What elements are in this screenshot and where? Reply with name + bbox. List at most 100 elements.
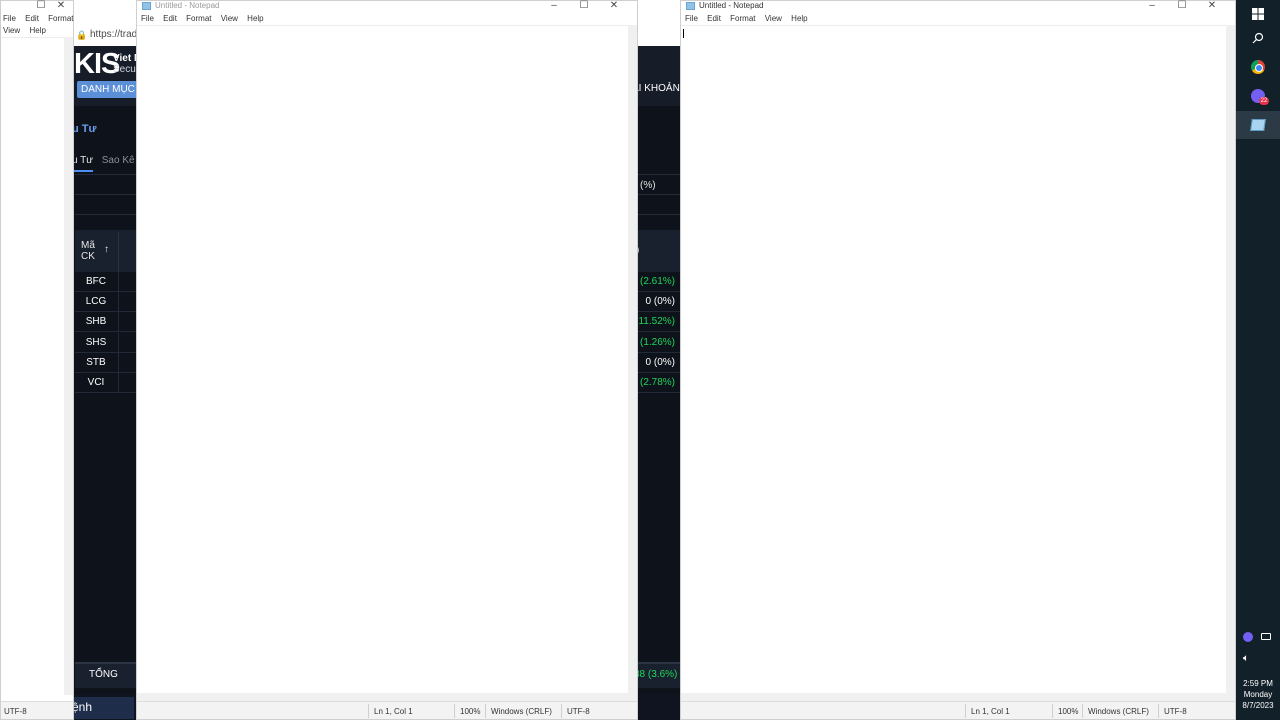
close-icon[interactable]: ✕ xyxy=(599,0,629,11)
status-position: Ln 1, Col 1 xyxy=(374,707,413,716)
windows-icon xyxy=(1252,8,1264,20)
site-logo[interactable]: KIS Viet N Secur xyxy=(74,46,141,80)
title-bar[interactable]: Untitled - Notepad – ☐ ✕ xyxy=(137,0,637,12)
menu-view[interactable]: View xyxy=(3,26,20,35)
taskbar-chrome[interactable] xyxy=(1236,53,1280,81)
row-symbol: SHB xyxy=(85,316,107,327)
text-area[interactable] xyxy=(1,37,73,699)
order-button-label: ệnh xyxy=(72,700,93,714)
status-zoom: 100% xyxy=(460,707,481,716)
text-area[interactable] xyxy=(137,25,637,699)
menu-help[interactable]: Help xyxy=(29,26,45,35)
row-change: ) (1.26%) xyxy=(633,337,675,348)
status-line-ending: Windows (CRLF) xyxy=(1088,707,1149,716)
status-encoding: UTF-8 xyxy=(4,707,27,716)
horizontal-scrollbar[interactable] xyxy=(137,693,637,701)
close-icon[interactable]: ✕ xyxy=(51,0,71,11)
window-controls: – ☐ ✕ xyxy=(539,0,629,11)
tab-bar: u Tư Sao Kê ( xyxy=(72,155,141,173)
menu-bar: File Edit Format View Help xyxy=(141,14,271,23)
menu-edit[interactable]: Edit xyxy=(163,14,177,23)
vertical-scrollbar[interactable] xyxy=(1226,25,1235,695)
clock-date[interactable]: 8/7/2023 xyxy=(1236,700,1280,711)
sort-arrow-icon[interactable]: ↑ xyxy=(104,244,109,255)
column-header-symbol[interactable]: Mã CK xyxy=(81,240,101,262)
window-title: Untitled - Notepad xyxy=(699,1,764,10)
row-symbol: VCI xyxy=(87,377,105,388)
row-symbol: LCG xyxy=(85,296,107,307)
window-title: Untitled - Notepad xyxy=(155,1,220,10)
row-change: 0 (0%) xyxy=(645,357,675,368)
notepad-icon xyxy=(1250,119,1266,131)
total-label: TỔNG xyxy=(89,669,118,680)
window-controls: – ☐ ✕ xyxy=(1137,0,1227,11)
status-position: Ln 1, Col 1 xyxy=(971,707,1010,716)
status-bar: Ln 1, Col 1 100% Windows (CRLF) UTF-8 xyxy=(137,701,637,719)
row-change: ) (2.61%) xyxy=(633,276,675,287)
menu-view[interactable]: View xyxy=(765,14,782,23)
row-change: ) (2.78%) xyxy=(633,377,675,388)
viber-icon: 22 xyxy=(1251,89,1269,105)
menu-edit[interactable]: Edit xyxy=(707,14,721,23)
menu-format[interactable]: Format xyxy=(48,14,73,23)
menu-format[interactable]: Format xyxy=(730,14,755,23)
row-symbol: SHS xyxy=(85,337,107,348)
menu-edit[interactable]: Edit xyxy=(25,14,39,23)
vertical-scrollbar[interactable] xyxy=(628,25,637,695)
menu-file[interactable]: File xyxy=(141,14,154,23)
menu-bar: File Edit Format View Help xyxy=(685,14,815,23)
status-bar: Ln 1, Col 1 100% Windows (CRLF) UTF-8 xyxy=(681,701,1235,719)
row-change: (11.52%) xyxy=(635,316,675,327)
vertical-scrollbar[interactable] xyxy=(64,37,73,695)
clock-day[interactable]: Monday xyxy=(1236,689,1280,700)
clock-time[interactable]: 2:59 PM xyxy=(1236,678,1280,689)
viber-tray-icon[interactable] xyxy=(1243,632,1253,642)
window-controls: ☐ ✕ xyxy=(31,0,71,11)
search-icon xyxy=(1252,32,1264,44)
maximize-icon[interactable]: ☐ xyxy=(31,0,51,11)
title-bar[interactable]: Untitled - Notepad – ☐ ✕ xyxy=(681,0,1235,12)
total-value: 38 (3.6%) xyxy=(634,669,678,680)
status-bar: UTF-8 xyxy=(1,701,73,719)
row-symbol: BFC xyxy=(86,276,106,287)
menu-bar-row2: View Help xyxy=(3,26,53,35)
menu-file[interactable]: File xyxy=(3,14,16,23)
tab-statement[interactable]: Sao Kê ( xyxy=(102,155,141,166)
notepad-window-middle[interactable]: Untitled - Notepad – ☐ ✕ File Edit Format … xyxy=(136,0,638,720)
tab-investment[interactable]: u Tư xyxy=(72,155,93,172)
taskbar: 22 🔈︎ 2:59 PM Monday 8/7/2023 xyxy=(1236,0,1280,720)
title-bar[interactable]: ☐ ✕ xyxy=(1,0,73,12)
percent-header: (%) xyxy=(640,180,656,191)
notepad-icon xyxy=(686,2,695,10)
maximize-icon[interactable]: ☐ xyxy=(1167,0,1197,11)
close-icon[interactable]: ✕ xyxy=(1197,0,1227,11)
minimize-icon[interactable]: – xyxy=(1137,0,1167,11)
notepad-window-right[interactable]: Untitled - Notepad – ☐ ✕ File Edit Format … xyxy=(680,0,1236,720)
taskbar-viber[interactable]: 22 xyxy=(1236,82,1280,110)
menu-file[interactable]: File xyxy=(685,14,698,23)
maximize-icon[interactable]: ☐ xyxy=(569,0,599,11)
row-symbol: STB xyxy=(86,357,106,368)
row-change: 0 (0%) xyxy=(645,296,675,307)
status-encoding: UTF-8 xyxy=(1164,707,1187,716)
section-title: u Tư xyxy=(72,123,97,135)
menu-help[interactable]: Help xyxy=(791,14,807,23)
taskbar-notepad[interactable] xyxy=(1236,111,1280,139)
menu-help[interactable]: Help xyxy=(247,14,263,23)
search-button[interactable] xyxy=(1236,24,1280,52)
volume-icon[interactable]: 🔈︎ xyxy=(1243,653,1249,664)
menu-format[interactable]: Format xyxy=(186,14,211,23)
notepad-icon xyxy=(142,2,151,10)
minimize-icon[interactable]: – xyxy=(539,0,569,11)
status-line-ending: Windows (CRLF) xyxy=(491,707,552,716)
network-icon[interactable] xyxy=(1261,633,1271,640)
text-area[interactable] xyxy=(681,25,1235,699)
notification-badge: 22 xyxy=(1259,97,1269,105)
nav-account-link[interactable]: ÀI KHOẢN xyxy=(632,83,680,94)
menu-view[interactable]: View xyxy=(221,14,238,23)
notepad-window-left[interactable]: ☐ ✕ File Edit Format View Help UTF-8 xyxy=(0,0,74,720)
horizontal-scrollbar[interactable] xyxy=(681,693,1235,701)
column-divider xyxy=(118,232,119,272)
status-encoding: UTF-8 xyxy=(567,707,590,716)
status-zoom: 100% xyxy=(1058,707,1079,716)
